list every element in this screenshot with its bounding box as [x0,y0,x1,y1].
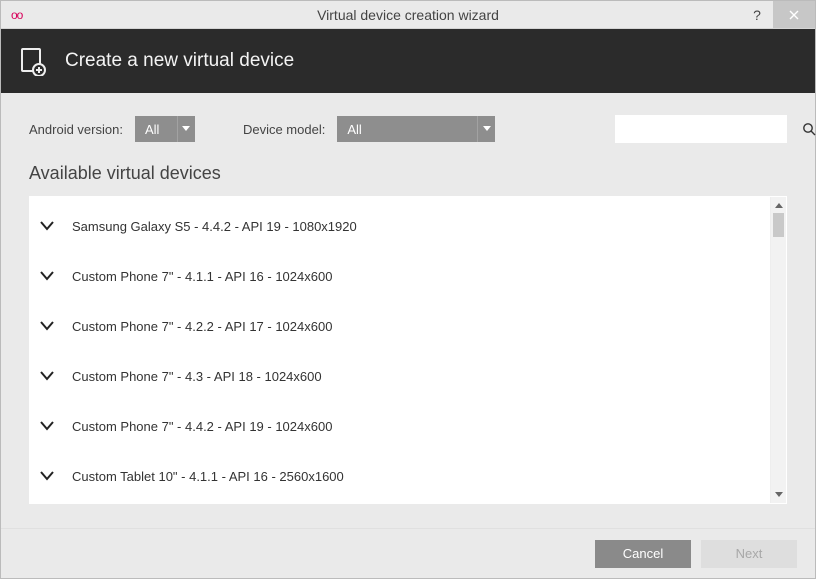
window-title: Virtual device creation wizard [1,7,815,23]
filters-row: Android version: All Device model: All [29,115,787,143]
scroll-thumb[interactable] [773,213,784,237]
chevron-down-icon [177,116,195,142]
chevron-down-icon [40,221,58,231]
chevron-down-icon [40,471,58,481]
device-model-dropdown[interactable]: All [337,116,495,142]
device-row[interactable]: Custom Tablet 10" - 4.1.1 - API 16 - 256… [30,451,770,501]
device-list-inner: Samsung Galaxy S5 - 4.4.2 - API 19 - 108… [30,197,770,503]
device-label: Custom Phone 7" - 4.3 - API 18 - 1024x60… [72,369,322,384]
device-row[interactable]: Custom Phone 7" - 4.3 - API 18 - 1024x60… [30,351,770,401]
cancel-button[interactable]: Cancel [595,540,691,568]
search-input[interactable] [622,121,802,138]
footer: Cancel Next [1,528,815,578]
wizard-header: Create a new virtual device [1,29,815,93]
chevron-down-icon [477,116,495,142]
device-label: Custom Phone 7" - 4.2.2 - API 17 - 1024x… [72,319,332,334]
scroll-up-icon[interactable] [771,197,786,213]
close-button[interactable] [773,1,815,28]
search-icon [802,122,816,136]
chevron-down-icon [40,271,58,281]
next-button: Next [701,540,797,568]
android-version-dropdown[interactable]: All [135,116,195,142]
device-label: Samsung Galaxy S5 - 4.4.2 - API 19 - 108… [72,219,357,234]
chevron-down-icon [40,421,58,431]
section-title: Available virtual devices [29,163,787,184]
help-icon: ? [753,7,761,23]
close-icon [789,10,799,20]
device-add-icon [19,46,49,76]
help-button[interactable]: ? [741,1,773,28]
content-area: Android version: All Device model: All A… [1,93,815,504]
device-row[interactable]: Samsung Galaxy S5 - 4.4.2 - API 19 - 108… [30,201,770,251]
titlebar: oo Virtual device creation wizard ? [1,1,815,29]
app-brand-icon: oo [11,8,22,22]
device-list: Samsung Galaxy S5 - 4.4.2 - API 19 - 108… [29,196,787,504]
device-model-value: All [337,116,477,142]
device-model-label: Device model: [243,122,325,137]
search-box[interactable] [615,115,787,143]
scrollbar[interactable] [770,197,786,503]
device-label: Custom Tablet 10" - 4.1.1 - API 16 - 256… [72,469,344,484]
cancel-label: Cancel [623,546,663,561]
device-label: Custom Phone 7" - 4.1.1 - API 16 - 1024x… [72,269,332,284]
chevron-down-icon [40,371,58,381]
device-label: Custom Phone 7" - 4.4.2 - API 19 - 1024x… [72,419,332,434]
next-label: Next [736,546,763,561]
device-row[interactable]: Custom Phone 7" - 4.2.2 - API 17 - 1024x… [30,301,770,351]
scroll-track[interactable] [771,213,786,487]
device-row[interactable]: Custom Phone 7" - 4.1.1 - API 16 - 1024x… [30,251,770,301]
window-controls: ? [741,1,815,28]
device-row[interactable]: Custom Phone 7" - 4.4.2 - API 19 - 1024x… [30,401,770,451]
android-version-value: All [135,116,177,142]
android-version-label: Android version: [29,122,123,137]
chevron-down-icon [40,321,58,331]
scroll-down-icon[interactable] [771,487,786,503]
wizard-heading: Create a new virtual device [65,50,294,72]
